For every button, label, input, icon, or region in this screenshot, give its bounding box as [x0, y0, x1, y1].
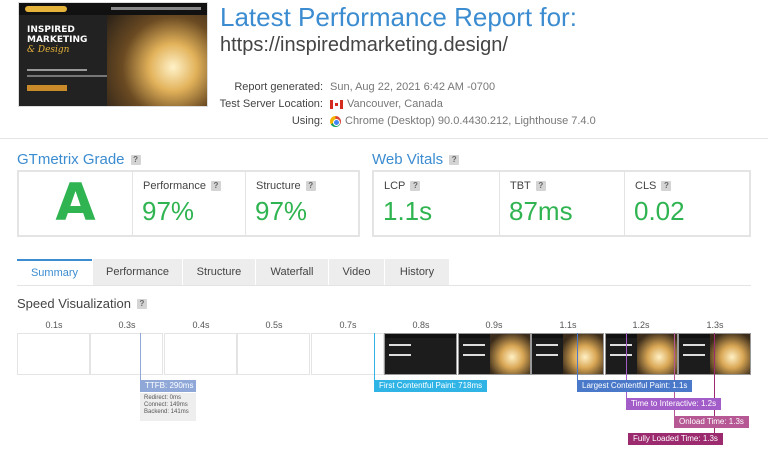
filmstrip-frame-screenshot[interactable]: [384, 333, 457, 375]
lcp-label: LCP: [384, 180, 406, 192]
web-vitals-title: Web Vitals: [372, 151, 444, 168]
thumbnail-logo: [25, 6, 67, 12]
thumbnail-brand: INSPIRED MARKETING & Design: [27, 25, 87, 55]
thumbnail-text-line: [27, 75, 107, 77]
lcp-metric: LCP? 1.1s: [374, 172, 499, 235]
thumbnail-brand-script: & Design: [27, 45, 70, 55]
timeline-tick: 0.5s: [265, 320, 283, 330]
tti-marker-line: [626, 333, 627, 405]
browser-info: Chrome (Desktop) 90.0.4430.212, Lighthou…: [345, 115, 596, 127]
help-icon[interactable]: ?: [136, 298, 147, 309]
web-vitals-heading: Web Vitals ?: [372, 151, 460, 168]
tti-marker-label: Time to Interactive: 1.2s: [626, 398, 722, 410]
ttfb-connect: Connect: 149ms: [144, 402, 188, 408]
thumbnail-nav: [111, 7, 201, 10]
thumbnail-brand-line2: MARKETING: [27, 35, 88, 45]
timeline-tick: 0.3s: [118, 320, 136, 330]
report-date: Sun, Aug 22, 2021 6:42 AM -0700: [330, 81, 496, 93]
ttfb-marker-line: [140, 333, 141, 380]
thumbnail-topbar: [19, 3, 207, 15]
canada-flag-icon: [330, 99, 343, 109]
speed-visualization-title: Speed Visualization: [17, 296, 131, 311]
ttfb-redirect: Redirect: 0ms: [144, 395, 182, 401]
report-url[interactable]: https://inspiredmarketing.design/: [220, 34, 508, 57]
gtmetrix-grade-heading: GTmetrix Grade ?: [17, 151, 141, 168]
timeline-tick: 0.8s: [412, 320, 430, 330]
performance-value: 97%: [142, 196, 195, 226]
fully-loaded-marker-label: Fully Loaded Time: 1.3s: [628, 433, 723, 445]
timeline-tick: 0.9s: [485, 320, 503, 330]
thumbnail-text-line: [27, 69, 87, 71]
filmstrip-frame-blank[interactable]: [237, 333, 310, 375]
timeline-tick: 1.1s: [559, 320, 577, 330]
thumbnail-lightbulb-image: [107, 15, 207, 106]
tbt-value: 87ms: [509, 196, 573, 226]
performance-label: Performance: [143, 180, 206, 192]
cls-value: 0.02: [634, 196, 685, 226]
lcp-value: 1.1s: [383, 196, 433, 226]
timeline-tick: 0.7s: [339, 320, 357, 330]
tab-performance[interactable]: Performance: [93, 259, 182, 285]
structure-value: 97%: [255, 196, 308, 226]
meta-label: Using:: [291, 115, 323, 127]
timeline-tick: 1.2s: [632, 320, 650, 330]
cls-label: CLS: [635, 180, 657, 192]
web-vitals-panel: LCP? 1.1s TBT? 87ms CLS? 0.02: [372, 170, 751, 237]
filmstrip-frame-blank[interactable]: [17, 333, 90, 375]
tab-structure[interactable]: Structure: [183, 259, 255, 285]
structure-label: Structure: [256, 180, 301, 192]
onload-marker-label: Onload Time: 1.3s: [674, 416, 749, 428]
meta-label: Test Server Location:: [219, 98, 323, 110]
thumbnail-brand-line1: INSPIRED: [27, 25, 75, 35]
lcp-marker-label: Largest Contentful Paint: 1.1s: [577, 380, 693, 392]
grade-letter: A: [55, 173, 96, 233]
chrome-icon: [330, 115, 341, 127]
help-icon[interactable]: ?: [661, 181, 672, 191]
timeline-tick: 0.4s: [192, 320, 210, 330]
page-title: Latest Performance Report for:: [220, 2, 577, 32]
help-icon[interactable]: ?: [130, 154, 141, 165]
meta-value: Sun, Aug 22, 2021 6:42 AM -0700: [330, 81, 495, 93]
ttfb-backend: Backend: 141ms: [144, 409, 189, 415]
tab-history[interactable]: History: [385, 259, 449, 285]
server-location: Vancouver, Canada: [347, 98, 443, 110]
filmstrip-frame-blank[interactable]: [164, 333, 237, 375]
tbt-metric: TBT? 87ms: [499, 172, 624, 235]
filmstrip-frame-screenshot[interactable]: [531, 333, 604, 375]
fcp-marker-line: [374, 333, 375, 380]
help-icon[interactable]: ?: [449, 154, 460, 165]
filmstrip-frame-blank[interactable]: [90, 333, 163, 375]
filmstrip-frame-screenshot[interactable]: [605, 333, 678, 375]
gtmetrix-grade-title: GTmetrix Grade: [17, 151, 125, 168]
meta-value: Vancouver, Canada: [330, 98, 443, 110]
cls-metric: CLS? 0.02: [624, 172, 749, 235]
tbt-label: TBT: [510, 180, 531, 192]
lcp-marker-line: [577, 333, 578, 380]
performance-score: Performance? 97%: [132, 172, 245, 235]
help-icon[interactable]: ?: [210, 181, 221, 191]
help-icon[interactable]: ?: [410, 181, 421, 191]
structure-score: Structure? 97%: [245, 172, 358, 235]
tab-video[interactable]: Video: [329, 259, 384, 285]
meta-label: Report generated:: [234, 81, 323, 93]
help-icon[interactable]: ?: [535, 181, 546, 191]
help-icon[interactable]: ?: [305, 181, 316, 191]
ttfb-breakdown: Redirect: 0ms Connect: 149ms Backend: 14…: [140, 393, 196, 421]
fcp-marker-label: First Contentful Paint: 718ms: [374, 380, 488, 392]
filmstrip-frame-screenshot[interactable]: [458, 333, 531, 375]
timeline-tick: 1.3s: [706, 320, 724, 330]
gtmetrix-grade-panel: A Performance? 97% Structure? 97%: [17, 170, 360, 237]
tabs-rule: [17, 285, 751, 286]
meta-value: Chrome (Desktop) 90.0.4430.212, Lighthou…: [330, 115, 596, 127]
tab-summary[interactable]: Summary: [17, 259, 92, 285]
site-screenshot-thumbnail: INSPIRED MARKETING & Design: [18, 2, 208, 107]
speed-visualization-heading: Speed Visualization ?: [17, 296, 147, 311]
timeline-tick: 0.1s: [45, 320, 63, 330]
header-divider: [0, 138, 768, 139]
report-tabs: Summary Performance Structure Waterfall …: [17, 259, 450, 285]
tab-waterfall[interactable]: Waterfall: [256, 259, 328, 285]
ttfb-marker-label: TTFB: 290ms: [140, 380, 196, 392]
thumbnail-cta: [27, 85, 67, 91]
